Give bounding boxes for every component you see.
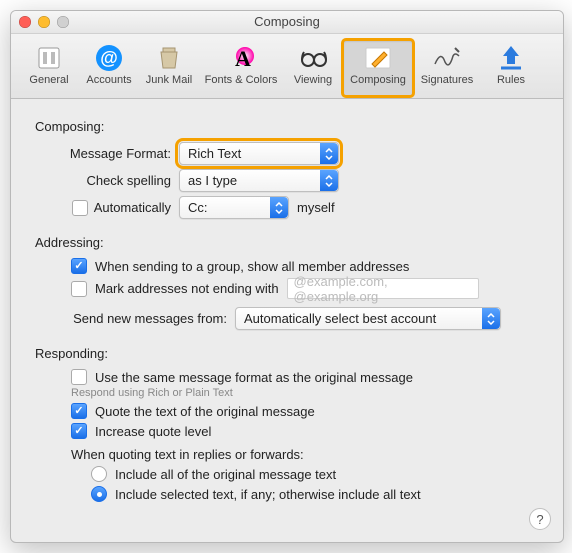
row-mark: Mark addresses not ending with @example.…	[71, 278, 541, 299]
mark-checkbox[interactable]	[71, 281, 87, 297]
chevron-updown-icon	[320, 170, 338, 191]
tab-label: General	[29, 74, 68, 86]
same-format-sub: Respond using Rich or Plain Text	[71, 387, 541, 399]
window-title: Composing	[254, 14, 320, 29]
tab-composing[interactable]: Composing	[343, 40, 413, 96]
message-format-label: Message Format:	[41, 146, 171, 161]
content-pane: Composing: Message Format: Rich Text Che…	[11, 99, 563, 520]
tab-label: Fonts & Colors	[205, 74, 278, 86]
include-all-label: Include all of the original message text	[115, 467, 336, 482]
tab-viewing[interactable]: Viewing	[283, 40, 343, 96]
slider-icon	[33, 42, 65, 74]
section-composing: Composing:	[35, 119, 541, 134]
tab-signatures[interactable]: Signatures	[413, 40, 481, 96]
pencil-icon	[362, 42, 394, 74]
send-from-select[interactable]: Automatically select best account	[235, 307, 501, 330]
quoting-header: When quoting text in replies or forwards…	[71, 447, 541, 462]
at-icon: @	[93, 42, 125, 74]
automatically-suffix: myself	[297, 200, 335, 215]
tab-label: Junk Mail	[146, 74, 192, 86]
signature-icon	[431, 42, 463, 74]
zoom-icon[interactable]	[57, 16, 69, 28]
close-icon[interactable]	[19, 16, 31, 28]
check-spelling-select[interactable]: as I type	[179, 169, 339, 192]
glasses-icon	[297, 42, 329, 74]
same-format-label: Use the same message format as the origi…	[95, 370, 413, 385]
tab-label: Rules	[497, 74, 525, 86]
select-value: Rich Text	[188, 146, 241, 161]
chevron-updown-icon	[482, 308, 500, 329]
include-all-radio[interactable]	[91, 466, 107, 482]
toolbar: General @ Accounts Junk Mail A Fonts & C…	[11, 34, 563, 99]
check-spelling-label: Check spelling	[41, 173, 171, 188]
row-same-format: Use the same message format as the origi…	[71, 369, 541, 385]
group-checkbox[interactable]	[71, 258, 87, 274]
row-include-selected: Include selected text, if any; otherwise…	[91, 486, 541, 502]
same-format-checkbox[interactable]	[71, 369, 87, 385]
tab-label: Accounts	[86, 74, 131, 86]
preferences-window: Composing General @ Accounts Junk Mail	[10, 10, 564, 543]
group-label: When sending to a group, show all member…	[95, 259, 409, 274]
titlebar: Composing	[11, 11, 563, 34]
automatically-label: Automatically	[94, 200, 171, 215]
tab-junk-mail[interactable]: Junk Mail	[139, 40, 199, 96]
quote-text-label: Quote the text of the original message	[95, 404, 315, 419]
quote-text-checkbox[interactable]	[71, 403, 87, 419]
help-button[interactable]: ?	[529, 508, 551, 530]
chevron-updown-icon	[320, 143, 338, 164]
tab-rules[interactable]: Rules	[481, 40, 541, 96]
tab-general[interactable]: General	[19, 40, 79, 96]
window-controls	[19, 16, 69, 28]
chevron-updown-icon	[270, 197, 288, 218]
include-selected-radio[interactable]	[91, 486, 107, 502]
row-group: When sending to a group, show all member…	[71, 258, 541, 274]
send-from-label: Send new messages from:	[41, 311, 227, 326]
select-value: Automatically select best account	[244, 311, 436, 326]
automatically-select[interactable]: Cc:	[179, 196, 289, 219]
tab-label: Signatures	[421, 74, 474, 86]
tab-accounts[interactable]: @ Accounts	[79, 40, 139, 96]
section-responding: Responding:	[35, 346, 541, 361]
mark-label: Mark addresses not ending with	[95, 281, 279, 296]
svg-text:@: @	[100, 48, 118, 68]
increase-checkbox[interactable]	[71, 423, 87, 439]
include-selected-label: Include selected text, if any; otherwise…	[115, 487, 421, 502]
row-increase: Increase quote level	[71, 423, 541, 439]
tab-label: Composing	[350, 74, 406, 86]
row-message-format: Message Format: Rich Text	[41, 142, 541, 165]
select-value: as I type	[188, 173, 237, 188]
automatically-checkbox[interactable]	[72, 200, 88, 216]
minimize-icon[interactable]	[38, 16, 50, 28]
increase-label: Increase quote level	[95, 424, 211, 439]
fonts-colors-icon: A	[225, 42, 257, 74]
message-format-select[interactable]: Rich Text	[179, 142, 339, 165]
select-value: Cc:	[188, 200, 208, 215]
trash-icon	[153, 42, 185, 74]
tab-fonts-colors[interactable]: A Fonts & Colors	[199, 40, 283, 96]
section-addressing: Addressing:	[35, 235, 541, 250]
tab-label: Viewing	[294, 74, 332, 86]
row-quote-text: Quote the text of the original message	[71, 403, 541, 419]
row-include-all: Include all of the original message text	[91, 466, 541, 482]
row-send-from: Send new messages from: Automatically se…	[41, 307, 541, 330]
rules-icon	[495, 42, 527, 74]
row-automatically: Automatically Cc: myself	[41, 196, 541, 219]
row-check-spelling: Check spelling as I type	[41, 169, 541, 192]
mark-input[interactable]: @example.com, @example.org	[287, 278, 479, 299]
svg-text:A: A	[235, 46, 251, 71]
